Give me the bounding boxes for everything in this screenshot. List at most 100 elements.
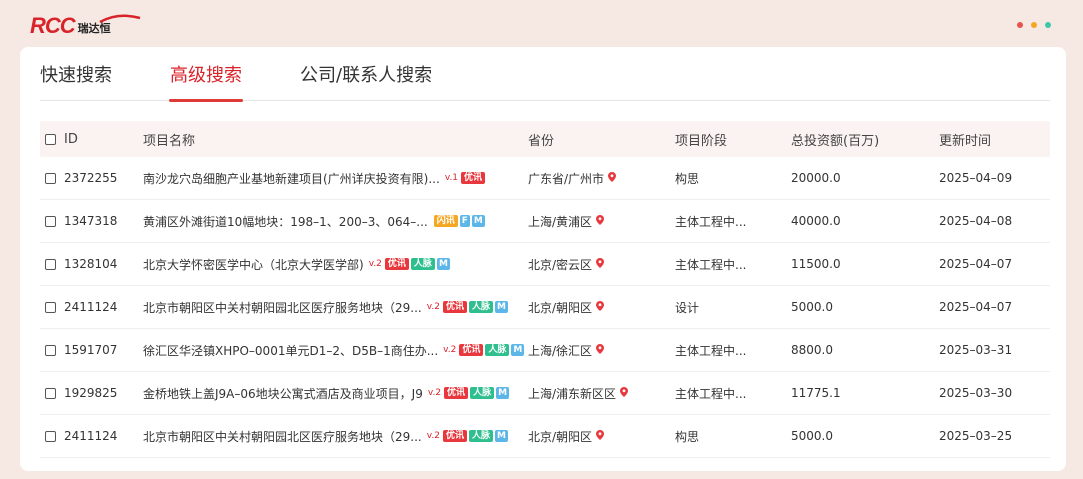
row-checkbox[interactable]	[45, 173, 56, 184]
cell-province: 北京/朝阳区	[528, 299, 675, 316]
tag-badge: 优讯	[384, 258, 409, 270]
table-header: ID 项目名称 省份 项目阶段 总投资额(百万) 更新时间	[40, 121, 1050, 157]
row-checkbox[interactable]	[45, 216, 56, 227]
cell-updated: 2025–04–08	[939, 214, 1013, 228]
search-tabs: 快速搜索 高级搜索 公司/联系人搜索	[40, 47, 1050, 102]
header-province[interactable]: 省份	[528, 130, 675, 149]
location-pin-icon[interactable]	[608, 171, 617, 185]
location-pin-icon[interactable]	[596, 300, 605, 314]
tag-badge: 人脉	[470, 387, 495, 399]
province-text: 北京/密云区	[528, 257, 593, 272]
cell-amount: 11775.1	[791, 386, 841, 400]
row-checkbox[interactable]	[45, 431, 56, 442]
tag-badge: 人脉	[485, 344, 510, 356]
tag-badge: 闪讯	[433, 215, 458, 227]
table-row[interactable]: 1347318 黄浦区外滩街道10幅地块：198–1、200–3、064–... 闪…	[40, 200, 1050, 243]
location-pin-icon[interactable]	[596, 257, 605, 271]
project-name-link[interactable]: 黄浦区外滩街道10幅地块：198–1、200–3、064–...	[143, 213, 428, 230]
cell-name: 北京市朝阳区中关村朝阳园北区医疗服务地块（29... v.2 优讯 人脉 M	[143, 428, 528, 445]
logo-chinese-name: 瑞达恒	[77, 22, 111, 35]
project-name-link[interactable]: 南沙龙穴岛细胞产业基地新建项目(广州详庆投资有限)...	[143, 170, 440, 187]
select-all-checkbox[interactable]	[45, 133, 56, 145]
tag-badge: M	[494, 301, 508, 313]
cell-amount: 8800.0	[791, 343, 833, 357]
tag-badge: F	[459, 215, 470, 227]
tag-badge: M	[494, 430, 508, 442]
header-stage[interactable]: 项目阶段	[675, 130, 791, 149]
cell-updated: 2025–03–25	[939, 429, 1013, 443]
location-pin-icon[interactable]	[596, 214, 605, 228]
cell-province: 北京/朝阳区	[528, 428, 675, 445]
cell-province: 上海/徐汇区	[528, 342, 675, 359]
cell-province: 北京/密云区	[528, 256, 675, 273]
province-text: 广东省/广州市	[528, 171, 605, 186]
province-text: 上海/徐汇区	[528, 343, 593, 358]
cell-updated: 2025–03–30	[939, 386, 1013, 400]
search-panel: 快速搜索 高级搜索 公司/联系人搜索 ID 项目名称 省份 项目阶段 总投资额(百万…	[20, 47, 1066, 471]
row-checkbox[interactable]	[45, 345, 56, 356]
location-pin-icon[interactable]	[620, 386, 629, 400]
cell-id: 2372255	[64, 171, 118, 185]
cell-id: 1591707	[64, 343, 118, 357]
version-label: v.1	[444, 173, 459, 183]
version-label: v.2	[427, 388, 442, 398]
tab-2[interactable]: 公司/联系人搜索	[300, 47, 432, 101]
project-name-link[interactable]: 金桥地铁上盖J9A–06地块公寓式酒店及商业项目，J9	[143, 385, 423, 402]
cell-stage: 主体工程中...	[675, 343, 747, 358]
project-name-link[interactable]: 北京市朝阳区中关村朝阳园北区医疗服务地块（29...	[143, 299, 422, 316]
logo-swoosh-icon	[99, 14, 141, 24]
header-amount[interactable]: 总投资额(百万)	[791, 130, 939, 149]
dot-red-icon	[1017, 22, 1023, 28]
tag-badge: 人脉	[468, 301, 493, 313]
dot-green-icon	[1045, 22, 1051, 28]
table-row[interactable]: 1929825 金桥地铁上盖J9A–06地块公寓式酒店及商业项目，J9 v.2 优讯人…	[40, 372, 1050, 415]
cell-name: 黄浦区外滩街道10幅地块：198–1、200–3、064–... 闪讯 F M	[143, 213, 528, 230]
cell-stage: 设计	[675, 300, 700, 315]
header-id[interactable]: ID	[64, 132, 143, 147]
province-text: 上海/浦东新区区	[528, 386, 617, 401]
cell-amount: 20000.0	[791, 171, 841, 185]
project-name-link[interactable]: 徐汇区华泾镇XHPO–0001单元D1–2、D5B–1商住办...	[143, 342, 438, 359]
cell-stage: 主体工程中...	[675, 214, 747, 229]
table-row[interactable]: 2411124 北京市朝阳区中关村朝阳园北区医疗服务地块（29... v.2 优讯人…	[40, 286, 1050, 329]
tag-badge: 优讯	[442, 301, 467, 313]
header-name[interactable]: 项目名称	[143, 130, 528, 149]
cell-province: 广东省/广州市	[528, 170, 675, 187]
top-bar: RCC 瑞达恒	[0, 0, 1083, 46]
cell-id: 1328104	[64, 257, 118, 271]
table-row[interactable]: 2372255 南沙龙穴岛细胞产业基地新建项目(广州详庆投资有限)... v.1 优讯…	[40, 157, 1050, 200]
cell-id: 1347318	[64, 214, 118, 228]
header-updated[interactable]: 更新时间	[939, 130, 1050, 149]
cell-stage: 主体工程中...	[675, 257, 747, 272]
logo[interactable]: RCC 瑞达恒	[30, 10, 141, 38]
cell-id: 1929825	[64, 386, 118, 400]
tab-1[interactable]: 高级搜索	[169, 47, 243, 102]
location-pin-icon[interactable]	[596, 343, 605, 357]
tag-badge: M	[496, 387, 510, 399]
cell-amount: 11500.0	[791, 257, 841, 271]
tag-badge: M	[436, 258, 450, 270]
tag-badge: M	[471, 215, 485, 227]
cell-updated: 2025–03–31	[939, 343, 1013, 357]
window-dots	[1017, 22, 1051, 28]
province-text: 北京/朝阳区	[528, 300, 593, 315]
cell-updated: 2025–04–09	[939, 171, 1013, 185]
table-row[interactable]: 2411124 北京市朝阳区中关村朝阳园北区医疗服务地块（29... v.2 优讯 人脉…	[40, 415, 1050, 458]
project-table: ID 项目名称 省份 项目阶段 总投资额(百万) 更新时间 2372255 南沙龙…	[40, 121, 1050, 458]
row-checkbox[interactable]	[45, 259, 56, 270]
tag-badge: 人脉	[410, 258, 435, 270]
row-checkbox[interactable]	[45, 388, 56, 399]
project-name-link[interactable]: 北京市朝阳区中关村朝阳园北区医疗服务地块（29...	[143, 428, 422, 445]
tag-badge: 优讯	[461, 172, 486, 184]
table-row[interactable]: 1328104 北京大学怀密医学中心（北京大学医学部) v.2 优讯 人脉 M 北京/密云区…	[40, 243, 1050, 286]
table-row[interactable]: 1591707 徐汇区华泾镇XHPO–0001单元D1–2、D5B–1商住办...…	[40, 329, 1050, 372]
tag-badge: 人脉	[468, 430, 493, 442]
location-pin-icon[interactable]	[596, 429, 605, 443]
province-text: 北京/朝阳区	[528, 429, 593, 444]
version-label: v.2	[443, 345, 457, 355]
row-checkbox[interactable]	[45, 302, 56, 313]
cell-stage: 构思	[675, 429, 700, 444]
tab-0[interactable]: 快速搜索	[40, 47, 112, 101]
cell-province: 上海/黄浦区	[528, 213, 675, 230]
project-name-link[interactable]: 北京大学怀密医学中心（北京大学医学部)	[143, 256, 364, 273]
